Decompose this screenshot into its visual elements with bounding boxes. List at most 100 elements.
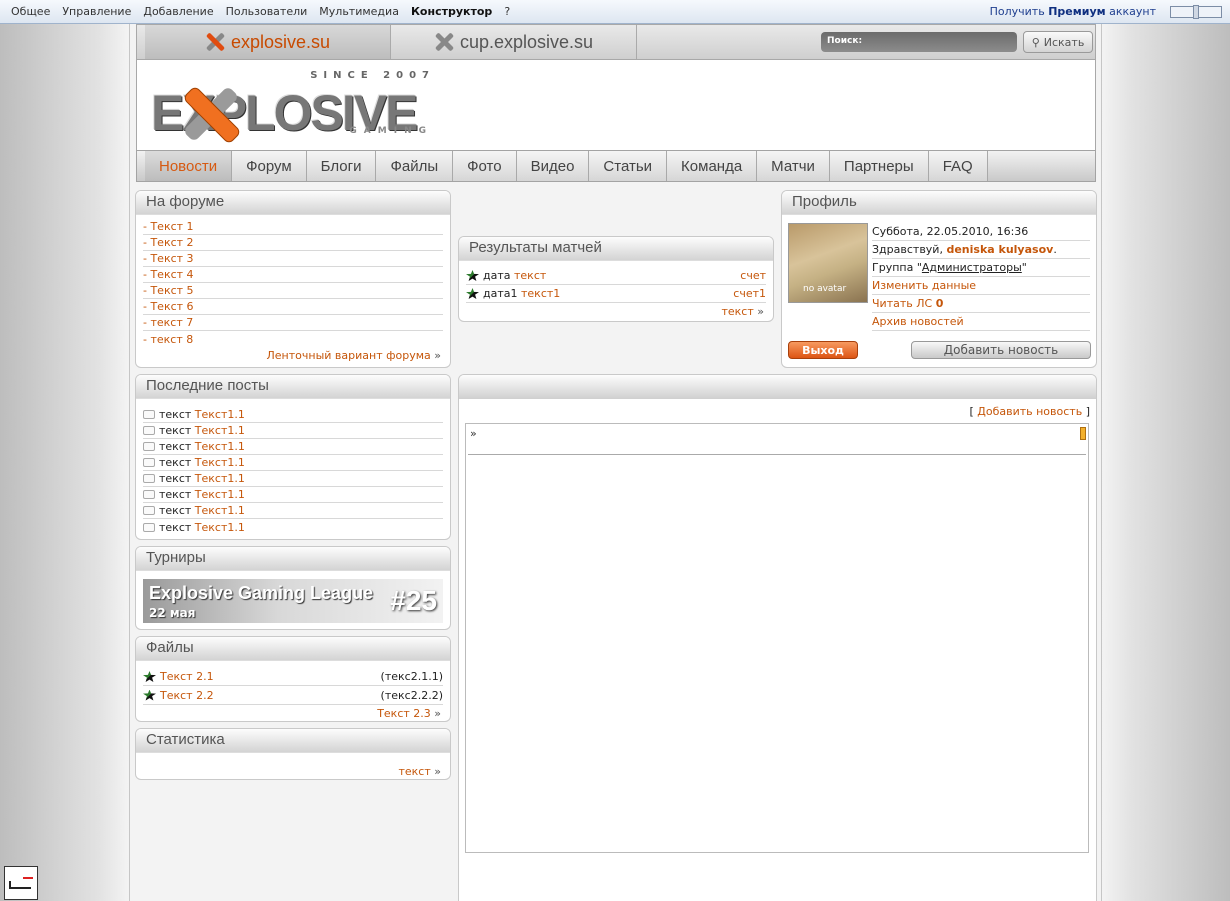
forum-link[interactable]: - Текст 3 [143, 252, 194, 265]
post-link[interactable]: Текст1.1 [195, 456, 245, 469]
logo-x-icon [183, 86, 239, 142]
search-button[interactable]: ⚲ Искать [1023, 31, 1093, 53]
nav-files[interactable]: Файлы [376, 151, 454, 181]
menu-help[interactable]: ? [498, 5, 516, 18]
premium-link[interactable]: Получить Премиум аккаунт [990, 5, 1156, 18]
list-item[interactable]: - Текст 1 [143, 219, 443, 235]
forum-link[interactable]: - текст 7 [143, 316, 193, 329]
nav-faq[interactable]: FAQ [928, 151, 988, 181]
group-post: " [1021, 261, 1027, 274]
menu-multimedia[interactable]: Мультимедиа [313, 5, 405, 18]
post-link[interactable]: Текст1.1 [195, 424, 245, 437]
edit-profile-link[interactable]: Изменить данные [872, 279, 976, 292]
forum-link[interactable]: - Текст 6 [143, 300, 194, 313]
stats-block: Статистика текст [135, 728, 451, 780]
site-tab-explosive[interactable]: explosive.su [145, 25, 391, 59]
profile-block: Профиль no avatar Суббота, 22.05.2010, 1… [781, 190, 1097, 368]
sites-bar: explosive.su cup.explosive.su Поиск: ⚲ Ис… [136, 24, 1096, 60]
list-item: текст Текст1.1 [143, 455, 443, 471]
list-item[interactable]: - текст 8 [143, 331, 443, 347]
post-prefix: текст [159, 488, 192, 501]
greet-text: Здравствуй, [872, 243, 943, 256]
nav-photo[interactable]: Фото [453, 151, 517, 181]
match-score[interactable]: счет [740, 269, 766, 282]
site-logo[interactable]: SINCE 2007 EXPLOSIVE GAMING [151, 68, 441, 144]
double-chevron-icon: » [470, 427, 477, 440]
post-link[interactable]: Текст1.1 [195, 440, 245, 453]
nav-forum[interactable]: Форум [232, 151, 307, 181]
menu-manage[interactable]: Управление [56, 5, 137, 18]
add-news-link[interactable]: Добавить новость [977, 405, 1082, 418]
list-item[interactable]: - Текст 6 [143, 299, 443, 315]
profile-title: Профиль [782, 191, 1096, 215]
forum-more-link[interactable]: Ленточный вариант форума [143, 347, 443, 362]
nav-news[interactable]: Новости [145, 151, 233, 181]
menu-add[interactable]: Добавление [137, 5, 219, 18]
admin-bar: Общее Управление Добавление Пользователи… [0, 0, 1230, 24]
match-link[interactable]: текст1 [521, 287, 560, 300]
page-container: explosive.su cup.explosive.su Поиск: ⚲ Ис… [129, 24, 1102, 901]
add-news-button[interactable]: Добавить новость [911, 341, 1091, 359]
tournaments-title: Турниры [136, 547, 450, 571]
forum-link[interactable]: - Текст 2 [143, 236, 194, 249]
forum-link[interactable]: - Текст 5 [143, 284, 194, 297]
archive-row: Архив новостей [872, 313, 1090, 331]
menu-constructor[interactable]: Конструктор [405, 5, 498, 18]
username-link[interactable]: deniska kulyasov [946, 243, 1053, 256]
news-archive-link[interactable]: Архив новостей [872, 315, 964, 328]
match-score[interactable]: счет1 [733, 287, 766, 300]
file-link[interactable]: Текст 2.1 [160, 670, 214, 683]
logout-button[interactable]: Выход [788, 341, 858, 359]
star-icon [143, 671, 156, 682]
group-link[interactable]: Администраторы [922, 261, 1022, 274]
forum-link[interactable]: - текст 8 [143, 333, 193, 346]
star-icon [466, 270, 479, 281]
match-link[interactable]: текст [514, 269, 546, 282]
slider-handle[interactable] [1193, 5, 1199, 19]
list-item[interactable]: - текст 7 [143, 315, 443, 331]
search-input[interactable]: Поиск: [821, 32, 1017, 52]
post-prefix: текст [159, 424, 192, 437]
post-prefix: текст [159, 408, 192, 421]
nav-video[interactable]: Видео [516, 151, 590, 181]
files-more-link[interactable]: Текст 2.3 [143, 704, 443, 720]
nav-blogs[interactable]: Блоги [306, 151, 377, 181]
post-link[interactable]: Текст1.1 [195, 521, 245, 534]
forum-link[interactable]: - Текст 4 [143, 268, 194, 281]
menu-general[interactable]: Общее [5, 5, 56, 18]
list-item[interactable]: - Текст 5 [143, 283, 443, 299]
post-prefix: текст [159, 456, 192, 469]
post-link[interactable]: Текст1.1 [195, 408, 245, 421]
comment-icon [143, 442, 155, 451]
post-link[interactable]: Текст1.1 [195, 472, 245, 485]
main-block: [ Добавить новость ] » [458, 374, 1097, 901]
site-tab-cup[interactable]: cup.explosive.su [391, 25, 637, 59]
stats-more-link[interactable]: текст [143, 763, 443, 778]
matches-more-link[interactable]: текст [466, 303, 766, 318]
nav-partners[interactable]: Партнеры [829, 151, 929, 181]
post-prefix: текст [159, 520, 192, 534]
match-row: дата1 текст1 счет1 [466, 285, 766, 303]
list-item: текст Текст1.1 [143, 503, 443, 519]
list-item[interactable]: - Текст 3 [143, 251, 443, 267]
nav-matches[interactable]: Матчи [757, 151, 830, 181]
forum-link[interactable]: - Текст 1 [143, 220, 194, 233]
edit-profile-row: Изменить данные [872, 277, 1090, 295]
nav-team[interactable]: Команда [667, 151, 758, 181]
site-tab-label: cup.explosive.su [459, 31, 594, 52]
post-link[interactable]: Текст1.1 [195, 488, 245, 501]
menu-users[interactable]: Пользователи [220, 5, 314, 18]
x-logo-icon [434, 32, 454, 52]
list-item[interactable]: - Текст 2 [143, 235, 443, 251]
bar-slider[interactable] [1170, 5, 1222, 19]
banner-date: 22 мая [149, 606, 196, 620]
nav-articles[interactable]: Статьи [589, 151, 668, 181]
file-link[interactable]: Текст 2.2 [160, 689, 214, 702]
post-link[interactable]: Текст1.1 [195, 504, 245, 517]
list-item[interactable]: - Текст 4 [143, 267, 443, 283]
read-pm-link[interactable]: Читать ЛС [872, 297, 932, 310]
tournament-banner[interactable]: Explosive Gaming League 22 мая #25 [143, 579, 443, 623]
list-item: текст Текст1.1 [143, 439, 443, 455]
main-nav: Новости Форум Блоги Файлы Фото Видео Ста… [136, 150, 1096, 182]
match-date: дата1 [483, 287, 518, 300]
